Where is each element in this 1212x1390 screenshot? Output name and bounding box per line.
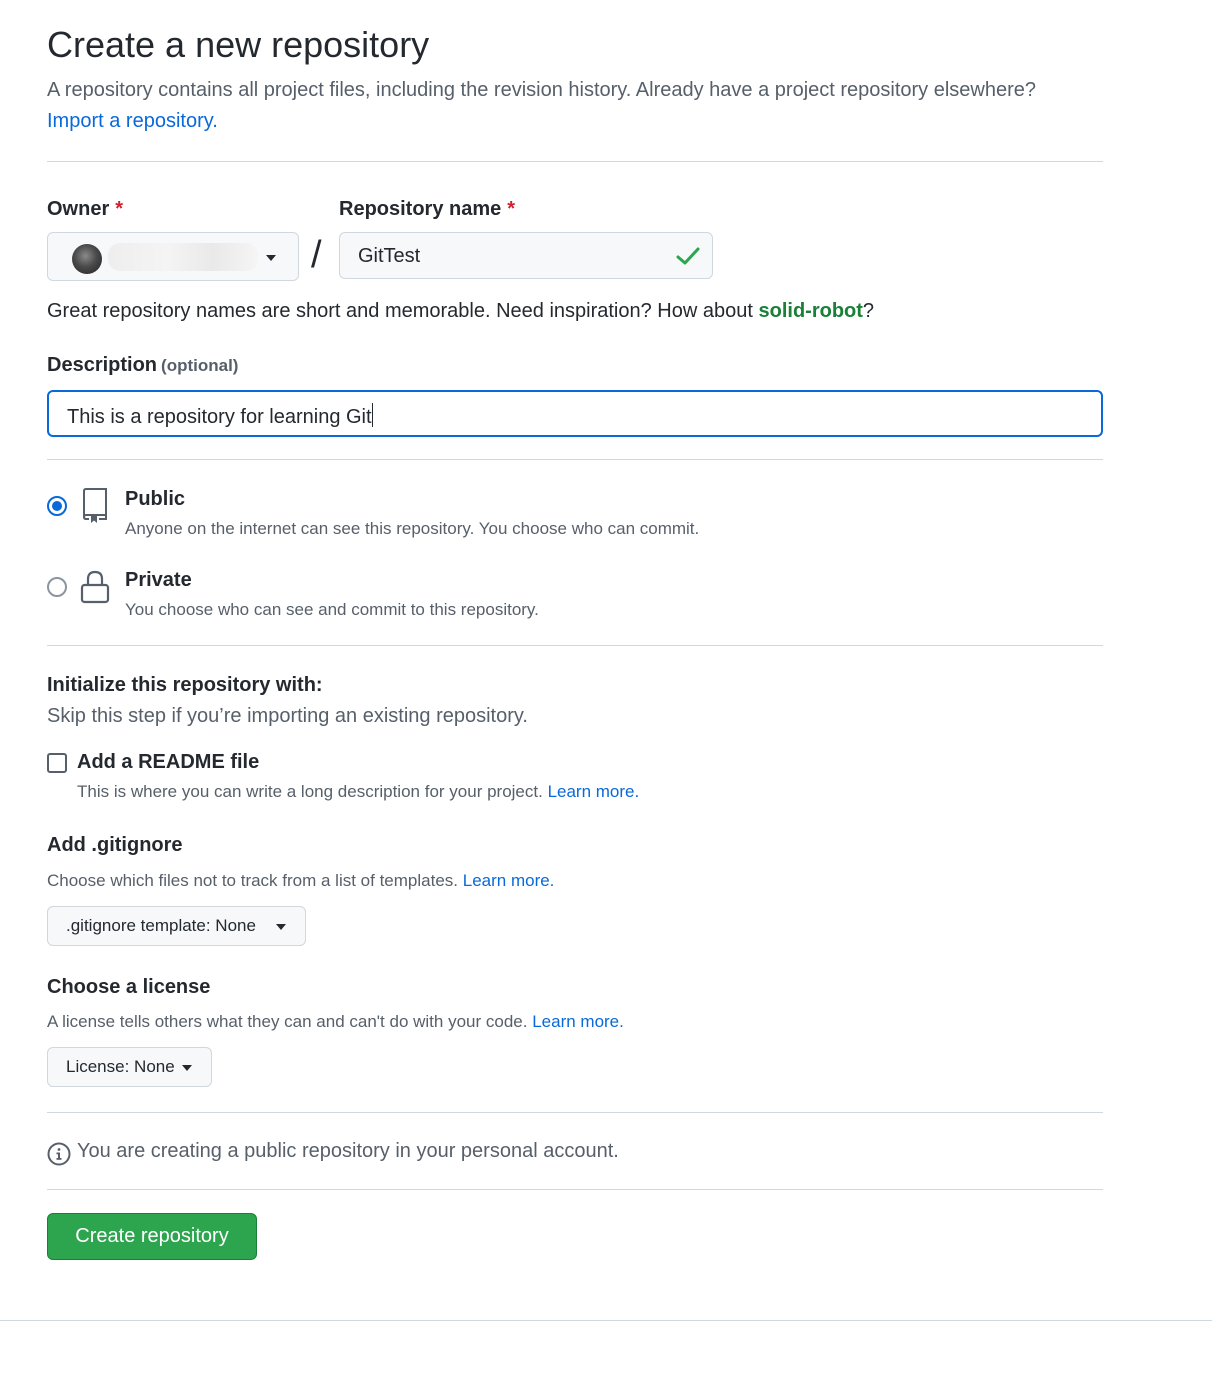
add-readme-desc-text: This is where you can write a long descr… <box>77 782 543 801</box>
description-label: Description (optional) <box>47 354 238 377</box>
gitignore-desc: Choose which files not to track from a l… <box>47 871 554 891</box>
divider <box>47 459 1103 460</box>
license-select-label: License: None <box>66 1057 175 1076</box>
subtitle-text: A repository contains all project files,… <box>47 79 1037 101</box>
visibility-notice: You are creating a public repository in … <box>77 1140 619 1162</box>
divider <box>47 1189 1103 1190</box>
info-icon <box>47 1142 71 1166</box>
add-readme-label[interactable]: Add a README file <box>77 751 259 774</box>
owner-label-text: Owner <box>47 198 110 220</box>
init-section-subtitle: Skip this step if you’re importing an ex… <box>47 705 528 727</box>
caret-down-icon <box>182 1065 192 1071</box>
hint-text: Great repository names are short and mem… <box>47 300 759 322</box>
add-readme-checkbox[interactable] <box>47 753 67 773</box>
check-icon <box>676 247 700 265</box>
license-select[interactable]: License: None <box>47 1047 212 1087</box>
readme-learn-more-link[interactable]: Learn more. <box>548 782 640 801</box>
visibility-public-desc: Anyone on the internet can see this repo… <box>125 519 700 538</box>
license-learn-more-link[interactable]: Learn more. <box>532 1012 624 1031</box>
avatar <box>72 244 102 274</box>
lock-icon <box>80 570 110 604</box>
required-mark: * <box>507 198 516 220</box>
footer-divider <box>0 1320 1212 1321</box>
init-section-title: Initialize this repository with: <box>47 674 323 696</box>
gitignore-learn-more-link[interactable]: Learn more. <box>463 871 555 890</box>
caret-down-icon <box>266 255 276 261</box>
caret-down-icon <box>276 924 286 930</box>
license-desc: A license tells others what they can and… <box>47 1012 624 1032</box>
gitignore-select-label: .gitignore template: None <box>66 916 256 935</box>
repo-name-label-text: Repository name <box>339 198 502 220</box>
gitignore-template-select[interactable]: .gitignore template: None <box>47 906 306 946</box>
divider <box>47 1112 1103 1113</box>
owner-name-redacted <box>108 243 258 271</box>
description-value: This is a repository for learning Git <box>67 403 373 429</box>
create-repository-button[interactable]: Create repository <box>47 1213 257 1260</box>
hint-suffix: ? <box>862 300 875 322</box>
visibility-private-desc: You choose who can see and commit to thi… <box>125 600 539 619</box>
license-desc-text: A license tells others what they can and… <box>47 1012 528 1031</box>
repo-name-input[interactable]: GitTest <box>339 232 713 279</box>
divider <box>47 645 1103 646</box>
repo-icon <box>82 488 107 523</box>
description-text: This is a repository for learning Git <box>67 406 372 428</box>
repo-name-hint: Great repository names are short and mem… <box>47 300 874 323</box>
visibility-public-radio[interactable] <box>47 496 67 516</box>
owner-repo-separator: / <box>311 234 322 276</box>
required-mark: * <box>115 198 124 220</box>
repo-name-value: GitTest <box>358 245 421 267</box>
page-subtitle: A repository contains all project files,… <box>47 75 1107 137</box>
optional-tag: (optional) <box>161 356 239 375</box>
description-input[interactable]: This is a repository for learning Git <box>47 390 1103 437</box>
page-title: Create a new repository <box>47 24 430 65</box>
name-suggestion-link[interactable]: solid-robot <box>758 300 862 322</box>
gitignore-section-title: Add .gitignore <box>47 834 183 856</box>
repo-name-label: Repository name * <box>339 198 515 221</box>
add-readme-desc: This is where you can write a long descr… <box>77 782 639 802</box>
divider <box>47 161 1103 162</box>
visibility-private-title: Private <box>125 569 192 591</box>
import-repository-link[interactable]: Import a repository. <box>47 110 218 132</box>
license-section-title: Choose a license <box>47 976 211 998</box>
gitignore-desc-text: Choose which files not to track from a l… <box>47 871 459 890</box>
visibility-public-title: Public <box>125 488 186 510</box>
visibility-private-radio[interactable] <box>47 577 67 597</box>
owner-label: Owner * <box>47 198 123 221</box>
text-cursor <box>371 403 373 427</box>
description-label-text: Description <box>47 354 158 376</box>
owner-select-button[interactable] <box>47 232 299 281</box>
